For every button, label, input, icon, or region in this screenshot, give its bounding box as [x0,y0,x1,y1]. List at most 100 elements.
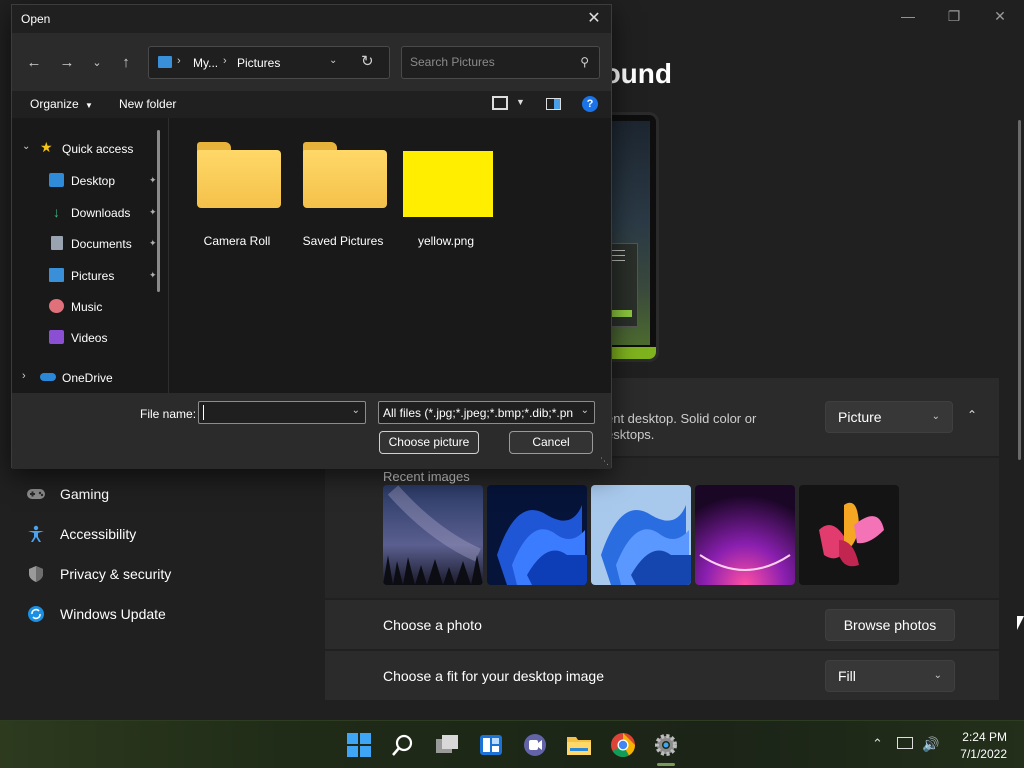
gaming-icon [27,489,45,499]
close-window-icon[interactable]: ✕ [990,6,1010,26]
recent-locations-chevron-icon[interactable]: ⌄ [87,53,107,73]
documents-icon [51,236,63,250]
preview-pane-icon[interactable] [546,98,561,110]
chevron-down-icon[interactable]: ⌄ [329,55,337,66]
nav-label: Gaming [60,486,110,502]
nav-item-accessibility[interactable]: Accessibility [26,518,171,558]
pin-icon[interactable]: ✦ [149,207,157,218]
dialog-footer: File name: ⌄ All files (*.jpg;*.jpeg;*.b… [12,393,611,469]
tree-label: Downloads [71,206,131,220]
network-icon[interactable] [897,737,913,749]
breadcrumb-item[interactable]: Pictures [237,56,280,70]
chevron-up-icon[interactable]: ⌃ [967,408,977,422]
scrollbar[interactable] [157,130,160,292]
close-icon[interactable]: ✕ [583,8,605,30]
widgets-icon[interactable] [478,732,504,758]
caret-down-icon[interactable]: ▼ [516,97,525,107]
chevron-down-icon[interactable]: ⌄ [352,405,360,416]
pictures-icon [49,268,64,282]
restore-icon[interactable]: ❐ [944,6,964,26]
choose-fit-label: Choose a fit for your desktop image [383,668,605,684]
download-icon: ↓ [53,204,60,220]
image-thumbnail [403,151,493,217]
file-name: Camera Roll [203,234,271,248]
chevron-up-icon[interactable]: ⌃ [872,736,883,752]
task-view-icon[interactable] [434,732,460,758]
search-taskbar-icon[interactable] [390,732,416,758]
dialog-navigation-bar: ← → ⌄ ↑ › My... › Pictures ⌄ ↻ ⚲ [12,33,611,91]
nav-item-windows-update[interactable]: Windows Update [26,598,171,638]
chevron-down-icon: ⌄ [931,411,940,422]
onedrive-icon [40,373,56,381]
shield-icon [29,566,43,582]
search-icon[interactable]: ⚲ [580,55,589,69]
search-input[interactable] [410,55,570,69]
browse-photos-button[interactable]: Browse photos [825,609,955,641]
star-icon: ★ [40,139,53,155]
breadcrumb-item[interactable]: My... [193,56,218,70]
forward-arrow-icon[interactable]: → [57,53,77,73]
clock-date[interactable]: 7/1/2022 [955,747,1007,761]
nav-item-privacy[interactable]: Privacy & security [26,558,171,598]
pin-icon[interactable]: ✦ [149,270,157,281]
expand-chevron-icon[interactable]: › [22,370,26,382]
tree-label: Music [71,300,103,314]
choose-picture-button[interactable]: Choose picture [379,431,479,454]
personalize-description: ent desktop. Solid color or esktops. [606,411,756,443]
resize-grip-icon[interactable]: ⋱ [600,456,609,467]
address-bar[interactable]: › My... › Pictures ⌄ ↻ [148,46,390,79]
pin-icon[interactable]: ✦ [149,175,157,186]
volume-icon[interactable]: 🔊 [922,736,939,753]
search-box[interactable]: ⚲ [401,46,600,79]
windows-update-icon [28,606,44,622]
chevron-down-icon: ⌄ [933,670,942,681]
expand-chevron-icon[interactable]: ⌄ [22,141,30,152]
new-folder-button[interactable]: New folder [119,97,176,111]
help-icon[interactable]: ? [582,96,598,112]
nav-item-gaming[interactable]: Gaming [26,478,171,518]
up-arrow-icon[interactable]: ↑ [116,53,136,73]
tree-label: Documents [71,237,132,251]
file-type-select[interactable]: All files (*.jpg;*.jpeg;*.bmp;*.dib;*.pn… [378,401,595,424]
settings-gear-icon[interactable] [653,732,679,758]
dialog-titlebar[interactable]: Open ✕ [12,5,611,33]
refresh-icon[interactable]: ↻ [361,52,374,70]
file-name: Saved Pictures [302,234,384,248]
nav-label: Privacy & security [60,566,172,582]
file-explorer-icon[interactable] [566,732,592,758]
folder-icon [197,142,281,210]
recent-image-thumbnail[interactable] [383,485,483,585]
minimize-icon[interactable]: — [898,6,918,26]
recent-image-thumbnail[interactable] [591,485,691,585]
teams-chat-icon[interactable] [522,732,548,758]
nav-label: Windows Update [60,606,166,622]
recent-image-thumbnail[interactable] [799,485,899,585]
recent-image-thumbnail[interactable] [695,485,795,585]
fit-value: Fill [838,668,856,684]
organize-label: Organize [30,97,79,111]
nav-label: Accessibility [60,526,137,542]
music-icon [49,299,64,313]
start-button-icon[interactable] [346,732,372,758]
chrome-icon[interactable] [610,732,636,758]
recent-image-thumbnail[interactable] [487,485,587,585]
scrollbar[interactable] [1018,120,1021,460]
organize-button[interactable]: Organize ▼ [30,97,93,111]
taskbar: ⌃ 🔊 2:24 PM 7/1/2022 [0,720,1024,768]
change-view-icon[interactable] [492,96,508,110]
open-file-dialog: Open ✕ ← → ⌄ ↑ › My... › Pictures ⌄ ↻ ⚲ … [11,4,612,469]
tree-label: OneDrive [62,371,113,385]
file-type-value: All files (*.jpg;*.jpeg;*.bmp;*.dib;*.pn… [383,406,573,420]
choose-photo-label: Choose a photo [383,617,482,633]
pin-icon[interactable]: ✦ [149,238,157,249]
back-arrow-icon[interactable]: ← [24,53,44,73]
folder-icon [303,142,387,210]
file-name: yellow.png [417,234,475,248]
clock-time[interactable]: 2:24 PM [955,730,1007,744]
file-name-input[interactable]: ⌄ [198,401,366,424]
description-line-1: ent desktop. Solid color or [606,411,757,426]
fit-dropdown[interactable]: Fill ⌄ [825,660,955,692]
cancel-button[interactable]: Cancel [509,431,593,454]
tree-label: Pictures [71,269,115,283]
background-type-dropdown[interactable]: Picture ⌄ [825,401,953,433]
